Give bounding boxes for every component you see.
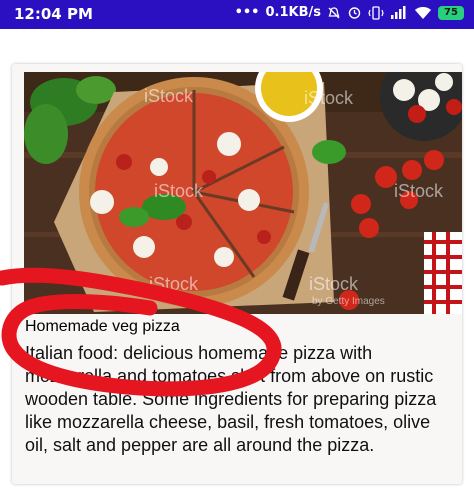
silent-bell-icon bbox=[328, 6, 340, 18]
alarm-icon bbox=[348, 7, 361, 19]
battery-percent: 75 bbox=[444, 7, 458, 18]
card-title: Homemade veg pizza bbox=[25, 318, 180, 335]
network-speed: 0.1KB/s bbox=[265, 5, 322, 20]
card-description: Italian food: delicious homemade pizza w… bbox=[25, 343, 437, 455]
more-dots-icon: ••• bbox=[234, 5, 260, 20]
watermark-text: iStock bbox=[394, 181, 444, 201]
signal-icon bbox=[391, 5, 406, 19]
vibrate-icon bbox=[368, 5, 384, 20]
watermark-subtext: by Getty Images bbox=[312, 296, 385, 307]
watermark-text: iStock bbox=[154, 181, 204, 201]
battery-icon: 75 bbox=[438, 5, 464, 20]
status-bar: 12:04 PM ••• 0.1KB/s 75 bbox=[0, 0, 474, 29]
wifi-icon bbox=[415, 6, 431, 19]
watermark-text: iStock bbox=[304, 88, 354, 108]
pizza-card[interactable]: iStock iStock iStock iStock iStock iStoc… bbox=[12, 64, 462, 484]
pizza-image: iStock iStock iStock iStock iStock iStoc… bbox=[24, 72, 462, 314]
watermark-text: iStock bbox=[309, 274, 359, 294]
watermark-text: iStock bbox=[144, 86, 194, 106]
watermark-text: iStock bbox=[149, 274, 199, 294]
status-icons: ••• 0.1KB/s 75 bbox=[235, 5, 464, 20]
status-time: 12:04 PM bbox=[14, 5, 93, 23]
